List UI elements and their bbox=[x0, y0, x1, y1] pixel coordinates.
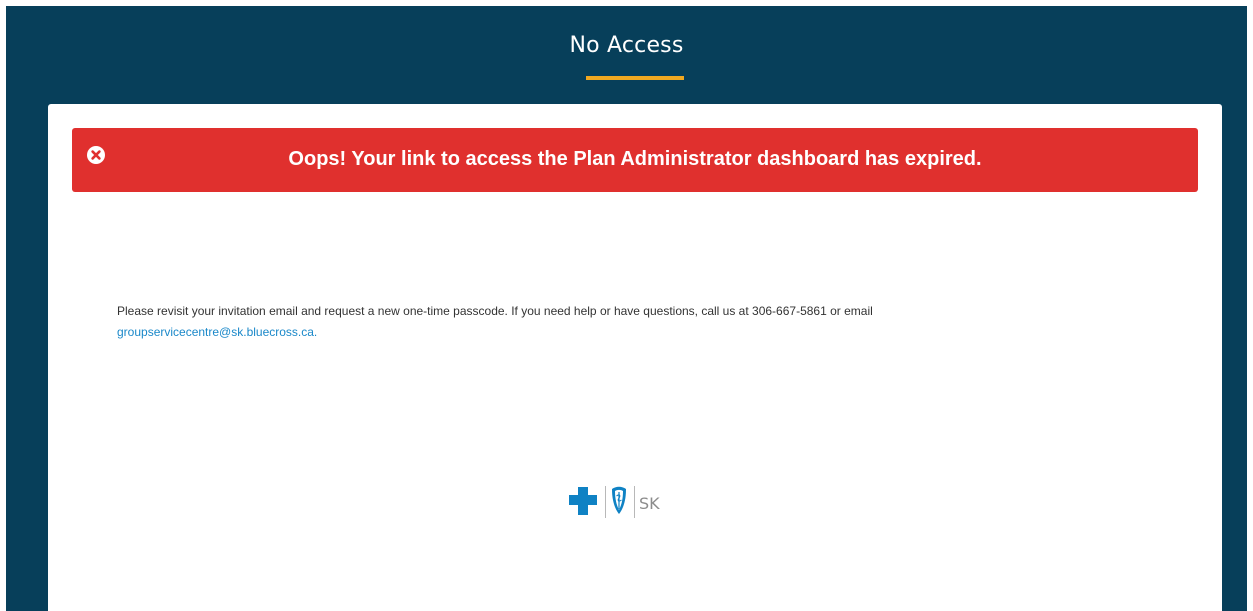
blue-cross-icon bbox=[569, 487, 597, 515]
error-alert: Oops! Your link to access the Plan Admin… bbox=[72, 128, 1198, 192]
logo-divider bbox=[634, 486, 635, 518]
sk-blue-cross-logo: SK bbox=[569, 486, 660, 518]
alert-message: Oops! Your link to access the Plan Admin… bbox=[288, 148, 982, 170]
support-email-link[interactable]: groupservicecentre@sk.bluecross.ca. bbox=[117, 325, 317, 339]
content-card: Oops! Your link to access the Plan Admin… bbox=[48, 104, 1222, 611]
page-frame: No Access Oops! Your link to access the … bbox=[6, 6, 1247, 611]
page-title: No Access bbox=[569, 33, 684, 58]
logo-sk-text: SK bbox=[639, 494, 660, 513]
instructions-body: Please revisit your invitation email and… bbox=[117, 304, 873, 318]
instructions-text: Please revisit your invitation email and… bbox=[117, 301, 1117, 343]
logo-divider bbox=[605, 486, 606, 518]
blue-shield-icon bbox=[612, 486, 626, 514]
title-underline bbox=[586, 76, 684, 80]
